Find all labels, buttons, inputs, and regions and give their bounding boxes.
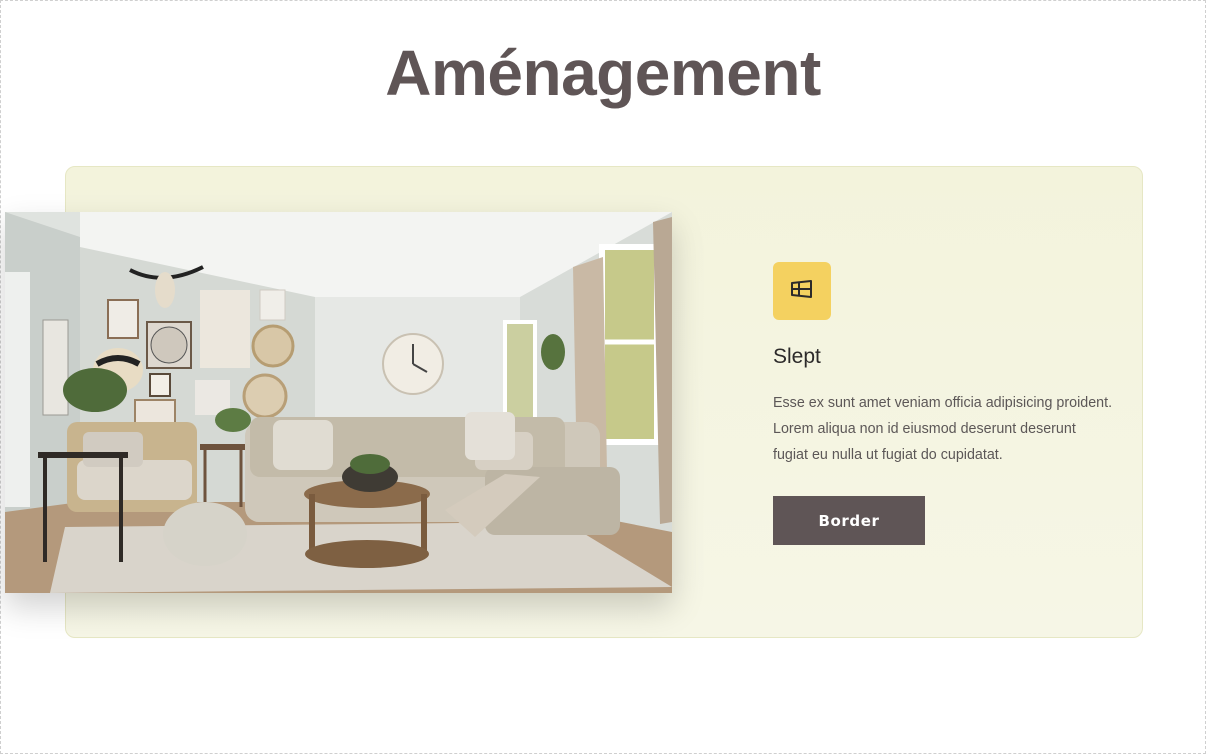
feature-icon-badge	[773, 262, 831, 320]
panel-icon	[790, 279, 814, 304]
border-button[interactable]: Border	[773, 496, 925, 545]
feature-title: Slept	[773, 345, 821, 368]
living-room-image	[5, 212, 672, 593]
feature-description: Esse ex sunt amet veniam officia adipisi…	[773, 395, 1113, 463]
page-title: Aménagement	[385, 37, 821, 109]
